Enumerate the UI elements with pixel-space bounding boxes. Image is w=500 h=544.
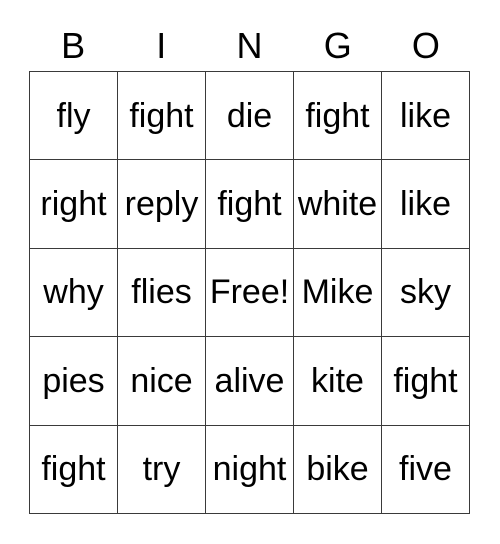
bingo-header-letter-b: B (61, 24, 86, 66)
bingo-cell-label: right (40, 185, 107, 224)
bingo-header-row: B I N G O (29, 20, 470, 71)
bingo-cell[interactable]: nice (118, 337, 206, 426)
bingo-cell[interactable]: flies (118, 248, 206, 338)
bingo-cell-label: like (399, 185, 452, 224)
bingo-cell[interactable]: like (382, 72, 470, 161)
bingo-cell-label: alive (214, 361, 285, 400)
bingo-cell-label: Free! (209, 273, 290, 312)
bingo-cell[interactable]: fly (30, 72, 118, 161)
bingo-cell[interactable]: fight (118, 72, 206, 161)
bingo-cell-label: white (297, 185, 378, 224)
bingo-cell[interactable]: five (382, 425, 470, 514)
bingo-cell[interactable]: like (382, 160, 470, 249)
bingo-cell-label: night (212, 450, 287, 489)
bingo-cell[interactable]: white (294, 160, 382, 249)
bingo-cell-label: fight (393, 361, 458, 400)
bingo-cell[interactable]: right (30, 160, 118, 249)
bingo-cell[interactable]: alive (206, 337, 294, 426)
bingo-cell-label: five (399, 450, 452, 489)
bingo-cell[interactable]: kite (294, 337, 382, 426)
bingo-cell-label: why (43, 273, 104, 312)
bingo-cell-label: pies (42, 361, 105, 400)
bingo-cell[interactable]: why (30, 248, 118, 338)
bingo-cell-label: die (226, 96, 273, 135)
bingo-cell-label: fight (305, 96, 370, 135)
bingo-cell[interactable]: fight (30, 425, 118, 514)
bingo-cell-label: fight (217, 185, 282, 224)
bingo-card: B I N G O fly fight die fight like right… (0, 0, 500, 544)
bingo-header-letter-i: I (156, 24, 167, 66)
bingo-cell-label: fly (56, 96, 91, 135)
bingo-cell-label: fight (129, 96, 194, 135)
bingo-cell-label: like (399, 96, 452, 135)
bingo-cell-label: flies (131, 273, 192, 312)
bingo-cell-label: try (142, 450, 181, 489)
bingo-cell-label: fight (41, 450, 106, 489)
bingo-cell[interactable]: fight (294, 72, 382, 161)
bingo-cell-free-space[interactable]: Free! (206, 248, 294, 338)
bingo-header-letter-n: N (236, 24, 263, 66)
bingo-cell[interactable]: bike (294, 425, 382, 514)
bingo-cell[interactable]: night (206, 425, 294, 514)
bingo-cell-label: kite (311, 361, 364, 400)
bingo-cell[interactable]: reply (118, 160, 206, 249)
bingo-header-letter-g: G (323, 24, 352, 66)
bingo-cell[interactable]: try (118, 425, 206, 514)
bingo-cell[interactable]: pies (30, 337, 118, 426)
bingo-cell-label: sky (400, 273, 451, 312)
bingo-cell-label: nice (130, 361, 193, 400)
bingo-cell-label: reply (124, 185, 199, 224)
bingo-cell[interactable]: fight (206, 160, 294, 249)
bingo-grid: fly fight die fight like right reply fig… (29, 71, 470, 514)
bingo-cell[interactable]: Mike (294, 248, 382, 338)
bingo-cell-label: Mike (301, 273, 374, 312)
bingo-cell-label: bike (306, 450, 369, 489)
bingo-header-letter-o: O (411, 24, 440, 66)
bingo-cell[interactable]: sky (382, 248, 470, 338)
bingo-cell[interactable]: fight (382, 337, 470, 426)
bingo-cell[interactable]: die (206, 72, 294, 161)
